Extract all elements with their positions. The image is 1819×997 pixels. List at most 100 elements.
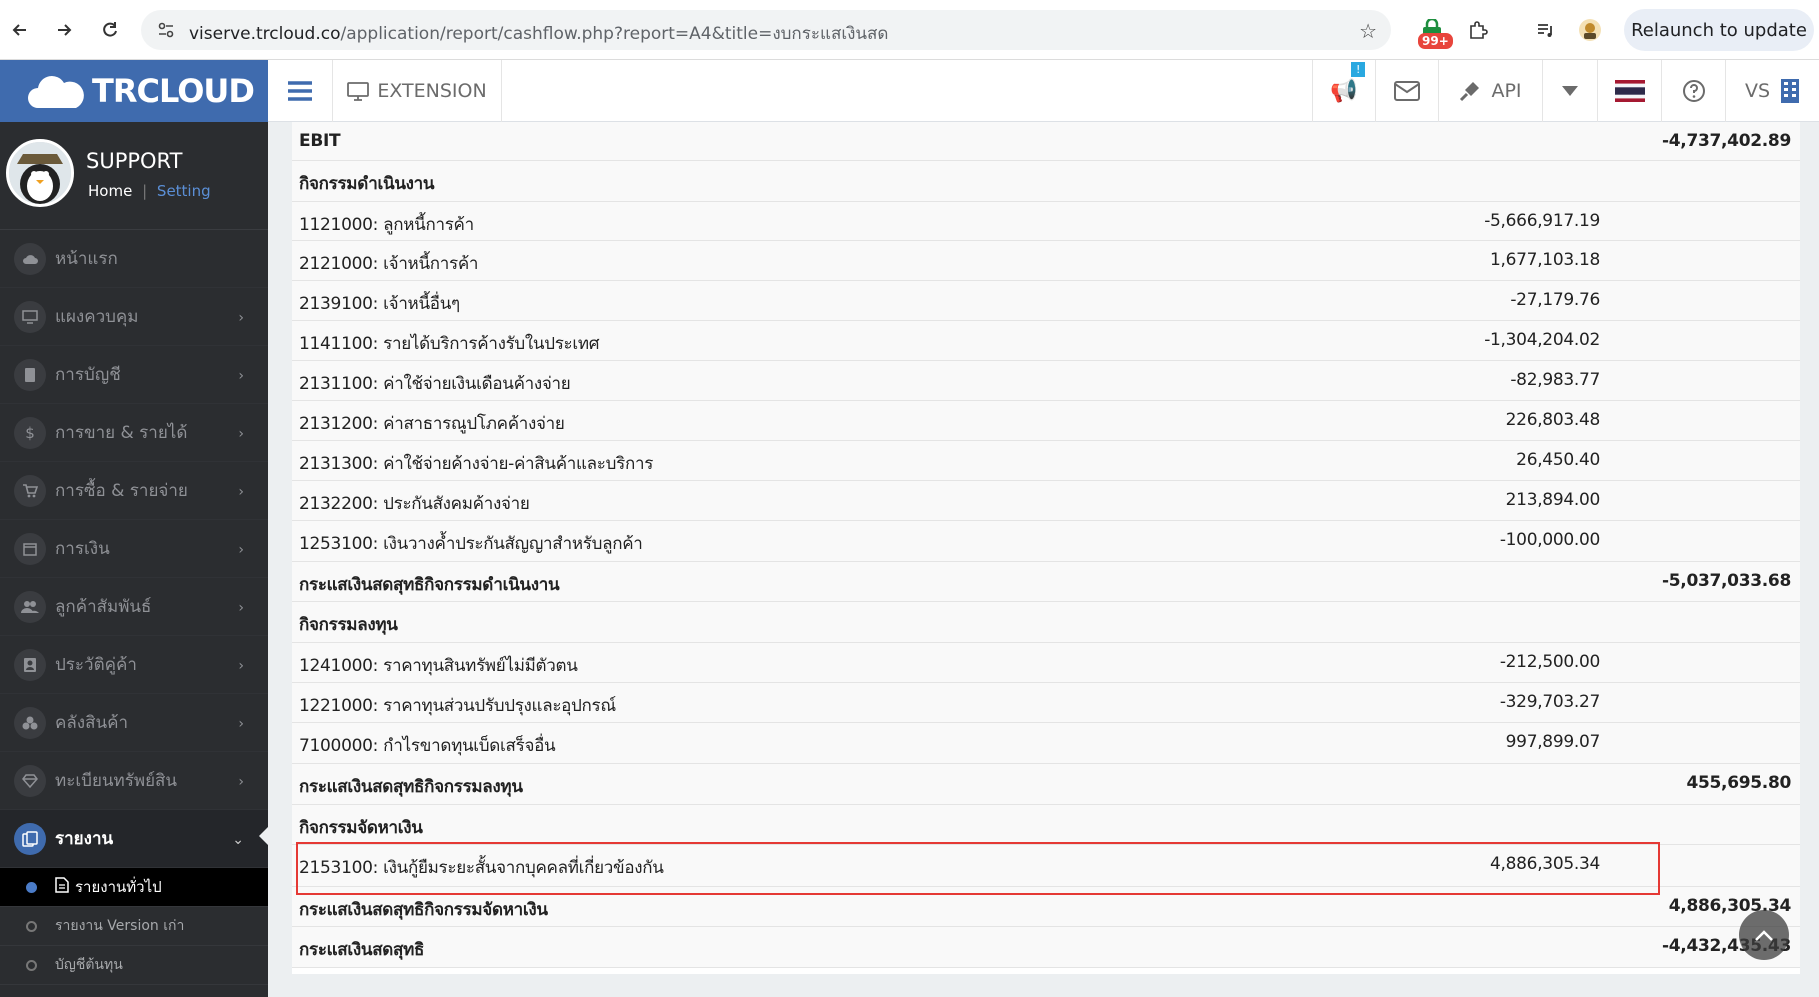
row-amount: 226,803.48 [1505, 410, 1601, 430]
url-path: /application/report/cashflow.php?report=… [340, 24, 889, 44]
penguin-avatar-icon [9, 142, 71, 204]
sub-item-label: รายงาน Version เก่า [55, 918, 185, 934]
desktop-icon [347, 82, 370, 101]
notification-badge: ! [1351, 62, 1366, 77]
sidebar-item-crm[interactable]: ลูกค้าสัมพันธ์ › [0, 578, 268, 636]
calendar-icon [14, 532, 46, 565]
api-label: API [1491, 80, 1522, 102]
url-host: viserve.trcloud.co [189, 24, 341, 44]
sidebar-item-sales[interactable]: $ การขาย & รายได้ › [0, 404, 268, 462]
envelope-icon [1394, 81, 1420, 101]
announcement-button[interactable]: 📢 ! [1312, 60, 1375, 122]
chevron-right-icon: › [238, 484, 244, 500]
table-row: 2131100: ค่าใช้จ่ายเงินเดือนค้างจ่าย -82,… [292, 361, 1800, 401]
help-button[interactable] [1661, 60, 1725, 122]
chevron-right-icon: › [238, 426, 244, 442]
table-row: กิจกรรมดำเนินงาน [292, 161, 1800, 202]
sub-item-cost-accounting[interactable]: บัญชีต้นทุน [0, 946, 268, 985]
row-label: 1121000: ลูกหนี้การค้า [299, 215, 474, 235]
sub-item-general-report[interactable]: รายงานทั่วไป [0, 868, 268, 907]
row-label: กิจกรรมดำเนินงาน [299, 174, 435, 194]
reload-icon [103, 22, 117, 37]
sidebar-item-inventory[interactable]: คลังสินค้า › [0, 694, 268, 752]
playlist-icon [1538, 24, 1552, 37]
row-total: -4,737,402.89 [1662, 131, 1791, 151]
sidebar-item-dashboard[interactable]: แผงควบคุม › [0, 288, 268, 346]
sidebar-item-partners[interactable]: ประวัติคู่ค้า › [0, 636, 268, 694]
row-amount: -1,304,204.02 [1484, 330, 1600, 350]
sidebar-item-home[interactable]: หน้าแรก [0, 230, 268, 288]
sidebar-item-finance[interactable]: การเงิน › [0, 520, 268, 578]
row-total: 455,695.80 [1686, 773, 1791, 793]
caret-down-icon [1562, 86, 1578, 96]
row-label: 2139100: เจ้าหนี้อื่นๆ [299, 294, 460, 314]
sidebar-item-purchases[interactable]: การซื้อ & รายจ่าย › [0, 462, 268, 520]
chevron-right-icon: › [238, 310, 244, 326]
sidebar-item-accounting[interactable]: การบัญชี › [0, 346, 268, 404]
app-header: EXTENSION 📢 ! API VS [268, 60, 1819, 122]
table-row: กระแสเงินสดสุทธิกิจกรรมลงทุน 455,695.80 [292, 764, 1800, 805]
sidebar-item-assets[interactable]: ทะเบียนทรัพย์สิน › [0, 752, 268, 810]
megaphone-icon: 📢 [1330, 78, 1358, 104]
sidebar: SUPPORT Home | Setting หน้าแรก แผงควบคุม… [0, 122, 268, 997]
row-label: 1253100: เงินวางค้ำประกันสัญญาสำหรับลูกค… [299, 534, 643, 554]
table-row: 2121000: เจ้าหนี้การค้า 1,677,103.18 [292, 241, 1800, 281]
table-row: 2131200: ค่าสาธารณูปโภคค้างจ่าย 226,803.4… [292, 401, 1800, 441]
back-button[interactable] [4, 14, 36, 46]
row-amount: -5,666,917.19 [1484, 211, 1600, 231]
sub-item-old-version-report[interactable]: รายงาน Version เก่า [0, 907, 268, 946]
table-row: 2132200: ประกันสังคมค้างจ่าย 213,894.00 [292, 481, 1800, 521]
api-button[interactable]: API [1438, 60, 1542, 122]
row-label: กิจกรรมลงทุน [299, 615, 398, 635]
cart-icon [14, 474, 46, 507]
app-logo[interactable]: TRCLOUD [0, 60, 268, 122]
building-icon [1781, 79, 1800, 103]
extension-menu[interactable]: EXTENSION [332, 60, 502, 122]
media-button[interactable] [1530, 14, 1562, 46]
address-bar[interactable]: viserve.trcloud.co/application/report/ca… [141, 10, 1391, 50]
bullet-dot [26, 959, 37, 971]
extension-badge: 99+ [1418, 33, 1453, 49]
row-amount: 997,899.07 [1505, 732, 1601, 752]
row-amount: -212,500.00 [1499, 652, 1600, 672]
profile-avatar-button[interactable] [1574, 14, 1606, 46]
row-amount: -329,703.27 [1499, 692, 1600, 712]
logo-text: TRCLOUD [92, 72, 255, 110]
cloud-logo-icon [26, 74, 86, 108]
sub-item-label: รายงานทั่วไป [75, 878, 162, 896]
extensions-button[interactable] [1462, 14, 1494, 46]
table-row: 1121000: ลูกหนี้การค้า -5,666,917.19 [292, 202, 1800, 241]
forward-button[interactable] [48, 14, 80, 46]
row-amount: -27,179.76 [1510, 290, 1600, 310]
puzzle-icon [1470, 21, 1488, 39]
reload-button[interactable] [94, 14, 126, 46]
sidebar-item-label: หน้าแรก [55, 249, 118, 269]
dropdown-button[interactable] [1542, 60, 1597, 122]
sidebar-item-reports[interactable]: รายงาน ⌄ [0, 810, 268, 868]
avatar[interactable] [6, 139, 74, 207]
user-short-name: VS [1744, 80, 1771, 102]
bookmark-star-icon[interactable]: ☆ [1359, 19, 1377, 43]
row-label: 1141100: รายได้บริการค้างรับในประเทศ [299, 334, 600, 354]
users-icon [14, 590, 46, 623]
user-menu[interactable]: VS [1725, 60, 1819, 122]
setting-link[interactable]: Setting [157, 182, 211, 200]
mail-button[interactable] [1375, 60, 1438, 122]
scroll-to-top-button[interactable] [1739, 910, 1789, 960]
url-text: viserve.trcloud.co/application/report/ca… [189, 20, 888, 47]
chevron-right-icon: › [238, 368, 244, 384]
chevron-right-icon: › [238, 542, 244, 558]
hamburger-button[interactable] [268, 60, 332, 122]
row-label: กระแสเงินสดสุทธิ [299, 940, 425, 960]
book-icon [14, 358, 46, 391]
home-link[interactable]: Home [88, 182, 132, 200]
relaunch-button[interactable]: Relaunch to update [1624, 9, 1814, 51]
profile-panel: SUPPORT Home | Setting [0, 122, 268, 230]
row-label: 1241000: ราคาทุนสินทรัพย์ไม่มีตัวตน [299, 656, 578, 676]
sidebar-item-label: ประวัติคู่ค้า [55, 655, 137, 675]
plug-icon [1460, 82, 1480, 102]
site-info-icon[interactable] [157, 21, 175, 43]
browser-toolbar: viserve.trcloud.co/application/report/ca… [0, 0, 1819, 60]
table-row: 1221000: ราคาทุนส่วนปรับปรุงและอุปกรณ์ -3… [292, 683, 1800, 723]
language-button[interactable] [1597, 60, 1661, 122]
